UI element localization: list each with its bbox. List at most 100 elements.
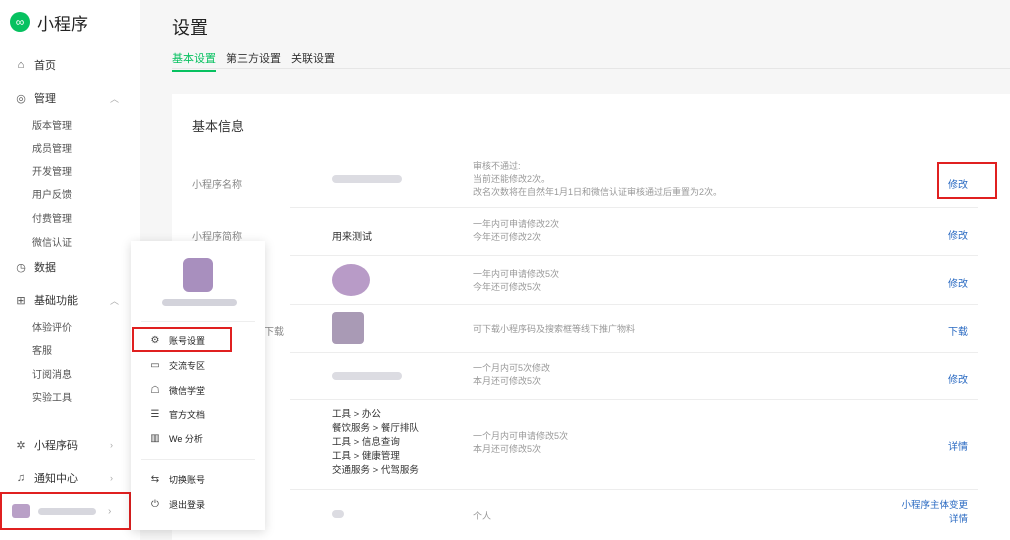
nav-notifications-label: 通知中心 <box>34 473 78 485</box>
subject-details-link[interactable]: 详情 <box>901 513 968 527</box>
modify-intro-button[interactable]: 修改 <box>948 371 968 386</box>
nav-data-label: 数据 <box>34 262 56 274</box>
row-desc: 一年内可申请修改2次 今年还可修改2次 <box>473 219 560 242</box>
chevron-up-icon: ︿ <box>110 93 120 104</box>
row-categories: 工具 > 办公 餐饮服务 > 餐厅排队 工具 > 信息查询 工具 > 健康管理 … <box>192 408 980 484</box>
subject-change-link[interactable]: 小程序主体变更 <box>901 499 968 513</box>
divider <box>290 304 978 305</box>
divider <box>290 255 978 256</box>
nav-manage-label: 管理 <box>34 93 56 105</box>
chevron-right-icon: › <box>110 473 113 483</box>
popup-account-name-blurred <box>162 299 237 306</box>
highlight-box <box>937 162 997 199</box>
row-avatar: 一年内可申请修改5次 今年还可修改5次 修改 <box>192 264 980 300</box>
short-name-value: 用来测试 <box>332 232 372 243</box>
nav-customer-service[interactable]: 客服 <box>32 342 52 357</box>
subject-value-blurred <box>332 509 344 520</box>
grid-icon: ⊞ <box>16 294 26 307</box>
menu-wechat-academy[interactable]: ☖ 微信学堂 <box>149 384 206 397</box>
divider <box>290 399 978 400</box>
row-qrcode: 下载 可下载小程序码及搜索框等线下推广物料 下载 <box>192 312 980 348</box>
row-intro: 一个月内可5次修改 本月还可修改5次 修改 <box>192 362 980 392</box>
sidebar: ∞ 小程序 ⌂ 首页 ◎ 管理 ︿ 版本管理 成员管理 开发管理 用户反馈 付费… <box>0 0 140 540</box>
account-name-blurred <box>38 507 96 515</box>
nav-features[interactable]: ⊞ 基础功能 ︿ <box>14 292 119 308</box>
nav-home[interactable]: ⌂ 首页 <box>14 57 56 73</box>
category-list: 工具 > 办公 餐饮服务 > 餐厅排队 工具 > 信息查询 工具 > 健康管理 … <box>332 409 419 476</box>
row-short-name: 小程序简称 用来测试 一年内可申请修改2次 今年还可修改2次 修改 <box>192 218 980 248</box>
divider <box>290 207 978 208</box>
qrcode-image <box>332 312 364 344</box>
brand[interactable]: ∞ 小程序 <box>10 11 88 34</box>
basic-info-card: 基本信息 小程序名称 审核不通过: 当前还能修改2次。 改名次数将在自然年1月1… <box>172 94 1010 540</box>
document-icon: ☰ <box>150 409 160 420</box>
row-desc: 审核不通过: 当前还能修改2次。 改名次数将在自然年1月1日和微信认证审核通过后… <box>473 161 723 197</box>
nav-home-label: 首页 <box>34 60 56 72</box>
clock-icon: ◷ <box>16 261 26 274</box>
page-title: 设置 <box>172 18 208 38</box>
nav-experience-review[interactable]: 体验评价 <box>32 319 72 334</box>
nav-member-manage[interactable]: 成员管理 <box>32 140 72 155</box>
avatar <box>12 504 30 518</box>
nav-version-manage[interactable]: 版本管理 <box>32 117 72 132</box>
bell-icon: ♫ <box>16 472 26 484</box>
row-desc: 可下载小程序码及搜索框等线下推广物料 <box>473 324 636 334</box>
nav-manage[interactable]: ◎ 管理 ︿ <box>14 90 119 106</box>
row-desc: 个人 <box>473 511 492 521</box>
divider <box>141 459 255 460</box>
modify-avatar-button[interactable]: 修改 <box>948 275 968 290</box>
chevron-right-icon: › <box>110 440 113 450</box>
row-desc: 一个月内可申请修改5次 本月还可修改5次 <box>473 431 569 454</box>
row-desc: 一个月内可5次修改 本月还可修改5次 <box>473 363 551 386</box>
account-menu-trigger[interactable]: › <box>0 492 131 530</box>
row-label-tail: 下载 <box>264 327 284 338</box>
miniprogram-avatar <box>332 264 370 296</box>
download-qrcode-button[interactable]: 下载 <box>948 323 968 338</box>
name-value-blurred <box>332 174 402 185</box>
manage-icon: ◎ <box>16 92 26 105</box>
nav-dev-manage[interactable]: 开发管理 <box>32 163 72 178</box>
modify-short-name-button[interactable]: 修改 <box>948 227 968 242</box>
chevron-right-icon: › <box>108 505 112 517</box>
category-details-button[interactable]: 详情 <box>948 438 968 453</box>
account-popup-menu: ⚙ 账号设置 ▭ 交流专区 ☖ 微信学堂 ☰ 官方文档 ▥ We 分析 ⇆ 切换… <box>131 241 265 530</box>
nav-wechat-cert[interactable]: 微信认证 <box>32 234 72 249</box>
menu-community[interactable]: ▭ 交流专区 <box>149 359 205 372</box>
nav-payment-manage[interactable]: 付费管理 <box>32 210 72 225</box>
row-subject: 个人 小程序主体变更 详情 <box>192 498 980 528</box>
menu-switch-account[interactable]: ⇆ 切换账号 <box>149 473 205 486</box>
power-icon: ⏻ <box>151 499 159 510</box>
row-desc: 一年内可申请修改5次 今年还可修改5次 <box>473 269 560 292</box>
nav-data[interactable]: ◷ 数据 <box>14 259 56 275</box>
card-title: 基本信息 <box>192 119 245 134</box>
menu-official-docs[interactable]: ☰ 官方文档 <box>149 408 206 421</box>
graduation-cap-icon: ☖ <box>150 385 160 396</box>
chat-icon: ▭ <box>150 360 160 371</box>
brand-name: 小程序 <box>37 14 88 34</box>
nav-notifications[interactable]: ♫ 通知中心 › <box>14 470 113 486</box>
row-label: 小程序名称 <box>192 180 242 191</box>
divider <box>290 489 978 490</box>
switch-icon: ⇆ <box>150 474 160 485</box>
miniprogram-logo-icon: ∞ <box>10 12 30 32</box>
subject-actions: 小程序主体变更 详情 <box>901 499 968 527</box>
nav-subscription-msg[interactable]: 订阅消息 <box>32 366 72 381</box>
menu-we-analytics[interactable]: ▥ We 分析 <box>149 432 203 445</box>
home-icon: ⌂ <box>17 59 25 71</box>
highlight-box <box>132 327 232 352</box>
tabs-divider <box>172 68 1010 69</box>
qrcode-icon: ✲ <box>16 439 26 452</box>
chart-icon: ▥ <box>150 433 160 444</box>
menu-logout[interactable]: ⏻ 退出登录 <box>149 498 205 511</box>
intro-value-blurred <box>332 371 402 382</box>
nav-features-label: 基础功能 <box>34 295 78 307</box>
popup-avatar <box>183 258 213 292</box>
nav-user-feedback[interactable]: 用户反馈 <box>32 186 72 201</box>
nav-lab-tools[interactable]: 实验工具 <box>32 389 72 404</box>
nav-qrcode-label: 小程序码 <box>34 440 78 452</box>
row-miniprogram-name: 小程序名称 审核不通过: 当前还能修改2次。 改名次数将在自然年1月1日和微信认… <box>192 160 980 204</box>
nav-qrcode[interactable]: ✲ 小程序码 › <box>14 437 113 453</box>
divider <box>290 352 978 353</box>
divider <box>141 321 255 322</box>
chevron-up-icon: ︿ <box>110 295 120 306</box>
